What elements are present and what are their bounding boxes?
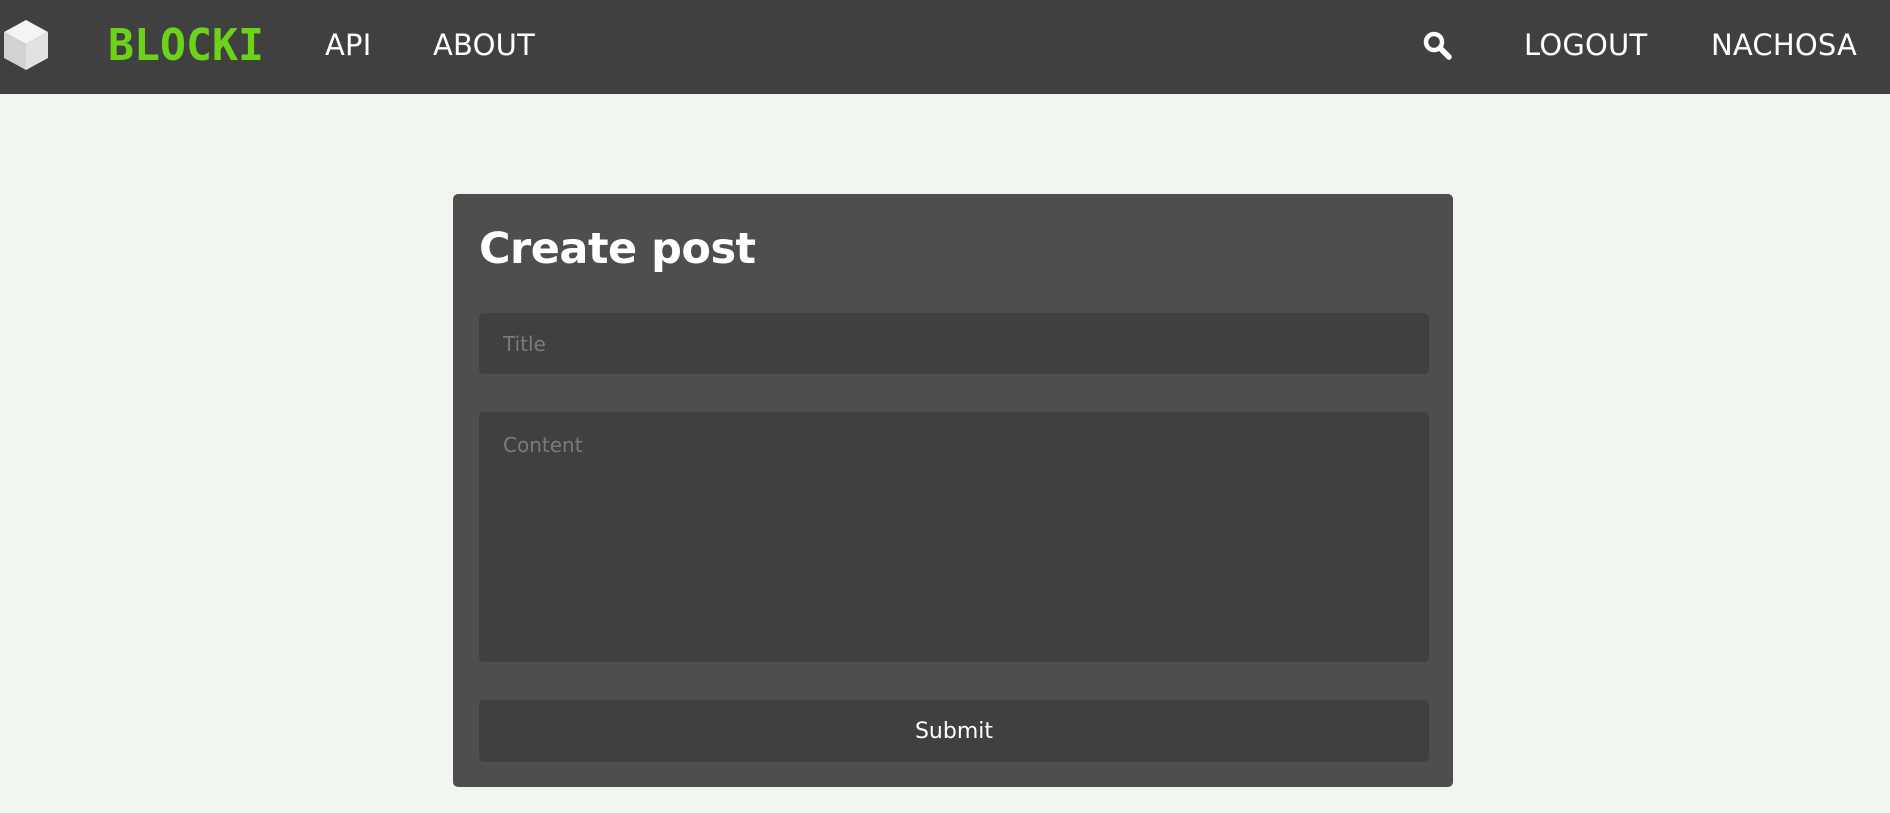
top-navbar: BLOCKI API ABOUT LOGOUT NACHOSA xyxy=(0,0,1890,94)
brand-logo-text: BLOCKI xyxy=(108,20,264,68)
create-post-card: Create post Submit xyxy=(453,194,1453,787)
nav-link-about[interactable]: ABOUT xyxy=(433,25,535,65)
nav-link-api[interactable]: API xyxy=(325,25,371,65)
search-icon xyxy=(1423,31,1452,60)
cube-logo-icon[interactable] xyxy=(2,18,50,72)
post-title-input[interactable] xyxy=(479,313,1429,374)
brand-logo[interactable]: BLOCKI xyxy=(108,20,264,68)
submit-button[interactable]: Submit xyxy=(479,700,1429,762)
logout-link[interactable]: LOGOUT xyxy=(1524,25,1647,65)
search-button[interactable] xyxy=(1422,30,1452,60)
page-title: Create post xyxy=(479,224,756,274)
user-profile-link[interactable]: NACHOSA xyxy=(1711,25,1857,65)
post-content-textarea[interactable] xyxy=(479,412,1429,662)
